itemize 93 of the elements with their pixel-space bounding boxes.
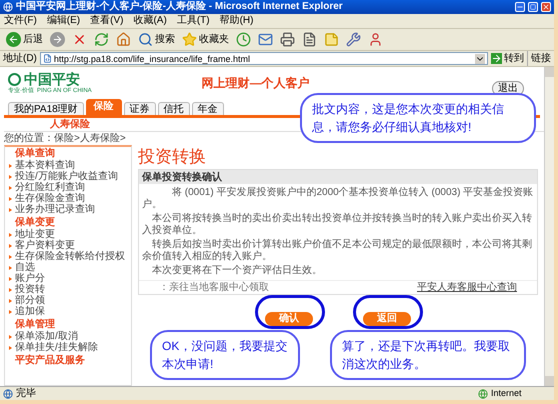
toolbar-button[interactable]: 后退 <box>3 30 46 50</box>
stop-icon <box>72 32 87 47</box>
sidebar-heading: 保单查询 <box>14 148 56 160</box>
printer-icon <box>280 32 295 47</box>
toolbar-button[interactable]: 收藏夹 <box>179 30 232 50</box>
browser-icon <box>3 2 13 12</box>
search-icon <box>138 32 153 47</box>
page-icon <box>42 54 52 63</box>
person-icon <box>368 32 383 47</box>
sidebar-link[interactable]: 生存保险金转帐给付授权 <box>15 251 125 262</box>
sidebar-link[interactable]: 部分领 <box>15 295 45 306</box>
panel-title: 保单投资转换确认 <box>142 170 222 184</box>
sidebar-link[interactable]: 业务办理记录查询 <box>15 204 95 215</box>
bullet-icon <box>9 298 12 302</box>
sidebar-link[interactable]: 追加保 <box>15 306 45 317</box>
sub-tab[interactable]: 人寿保险 <box>50 118 90 130</box>
status-text: 完毕 <box>16 386 37 401</box>
sidebar-link[interactable]: 地址变更 <box>15 229 55 240</box>
paragraph: 本次变更将在下一个资产评估日生效。 <box>151 265 323 277</box>
speech-bubble: 批文内容，这是您本次变更的相关信息，请您务必仔细认真地核对! <box>300 93 536 143</box>
bullet-icon <box>9 346 12 350</box>
paragraph: 本公司将按转换当时的卖出价卖出转出投资单位并按转换当时的转入账户卖出价买入转入投资单位。 <box>142 213 533 237</box>
nav-tab[interactable]: 我的PA18理财 <box>8 102 84 115</box>
bullet-icon <box>9 208 12 212</box>
nav-tab[interactable]: 信托 <box>158 102 190 115</box>
sidebar-heading: 保单管理 <box>14 319 56 330</box>
home-icon <box>116 32 131 47</box>
bullet-icon <box>9 196 12 200</box>
bullet-icon <box>9 288 12 292</box>
menu-item[interactable]: 查看(V) <box>90 15 124 27</box>
sidebar-link[interactable]: 分红险红利查询 <box>15 182 85 193</box>
mail-icon <box>258 32 273 47</box>
sidebar-link[interactable]: 保单添加/取消 <box>15 331 78 342</box>
bullet-icon <box>9 276 12 280</box>
logo-icon <box>8 72 21 86</box>
speech-bubble: 算了，还是下次再转吧。我要取消这次的业务。 <box>330 330 526 380</box>
page-heading: 投资转换 <box>138 146 206 169</box>
speech-bubble: OK，没问题，我要提交本次申请! <box>150 330 300 380</box>
menu-item[interactable]: 文件(F) <box>4 15 37 27</box>
site-title: 网上理财—个人客户 <box>202 75 310 92</box>
sidebar-link[interactable]: 保单挂失/挂失解除 <box>15 342 98 353</box>
sidebar-heading: 保单变更 <box>14 217 56 228</box>
bullet-icon <box>9 244 12 248</box>
sidebar-heading: 平安产品及服务 <box>14 355 86 367</box>
nav-tab[interactable]: 年金 <box>192 102 224 115</box>
menu-item[interactable]: 收藏(A) <box>133 15 167 27</box>
bullet-icon <box>9 232 12 236</box>
breadcrumb: 您的位置：保险>人寿保险> <box>4 132 126 144</box>
bullet-icon <box>9 266 12 270</box>
history-icon <box>236 32 251 47</box>
paragraph: 转换后如按当时卖出价计算转出账户价值不足本公司规定的最低限额时，本公司将其剩余价值转入相应的转入账户。 <box>142 239 533 263</box>
back-icon <box>6 32 21 47</box>
globe-icon <box>478 388 488 398</box>
page-icon <box>3 388 13 398</box>
sidebar-link[interactable]: 投资转 <box>15 284 45 295</box>
close-icon[interactable] <box>541 2 551 12</box>
zone-text: Internet <box>491 386 523 400</box>
nav-tab[interactable]: 证券 <box>124 102 156 115</box>
go-button[interactable]: 转到 <box>491 51 524 66</box>
sidebar-link[interactable]: 基本资料查询 <box>15 160 75 171</box>
sidebar-link[interactable]: 自选 <box>15 262 35 273</box>
bullet-icon <box>9 186 12 190</box>
tools-icon <box>346 32 361 47</box>
note-icon <box>324 32 339 47</box>
window-title: 中国平安网上理财-个人客户-保险-人寿保险 - Microsoft Internet Explorer <box>16 1 343 13</box>
menu-item[interactable]: 工具(T) <box>176 15 210 27</box>
forward-icon <box>50 32 65 47</box>
address-label: 地址(D) <box>3 52 37 66</box>
sidebar-link[interactable]: 客户资料变更 <box>15 240 75 251</box>
address-field[interactable]: http://stg.pa18.com/life_insurance/life_frame.html <box>40 52 488 65</box>
refresh-icon <box>94 32 109 47</box>
sidebar-link[interactable]: 生存保险金查询 <box>15 193 85 204</box>
sidebar-link[interactable]: 账户分 <box>15 273 45 284</box>
bullet-icon <box>9 334 12 338</box>
service-link[interactable]: 平安人寿客服中心查询 <box>417 280 517 295</box>
toolbar-button[interactable]: 搜索 <box>135 30 178 50</box>
note-text: ：亲往当地客服中心领取 <box>159 280 269 295</box>
menu-item[interactable]: 帮助(H) <box>220 15 254 27</box>
star-icon <box>182 32 197 47</box>
links-label[interactable]: 链接 <box>527 51 551 66</box>
maximize-icon[interactable] <box>528 2 538 12</box>
bullet-icon <box>9 174 12 178</box>
dropdown-icon[interactable] <box>475 54 485 64</box>
sidebar-link[interactable]: 投连/万能账户收益查询 <box>15 171 118 182</box>
minimize-icon[interactable] <box>515 2 525 12</box>
logo-text: 中国平安 <box>24 72 80 86</box>
bullet-icon <box>9 254 12 258</box>
paragraph: 将 (0001) 平安发展投资账户中的2000个基本投资单位转入 (0003) 平安基金投资账户。 <box>142 187 534 211</box>
bullet-icon <box>9 164 12 168</box>
menu-item[interactable]: 编辑(E) <box>46 15 80 27</box>
go-icon <box>491 53 502 64</box>
bullet-icon <box>9 310 12 314</box>
document-icon <box>302 32 317 47</box>
